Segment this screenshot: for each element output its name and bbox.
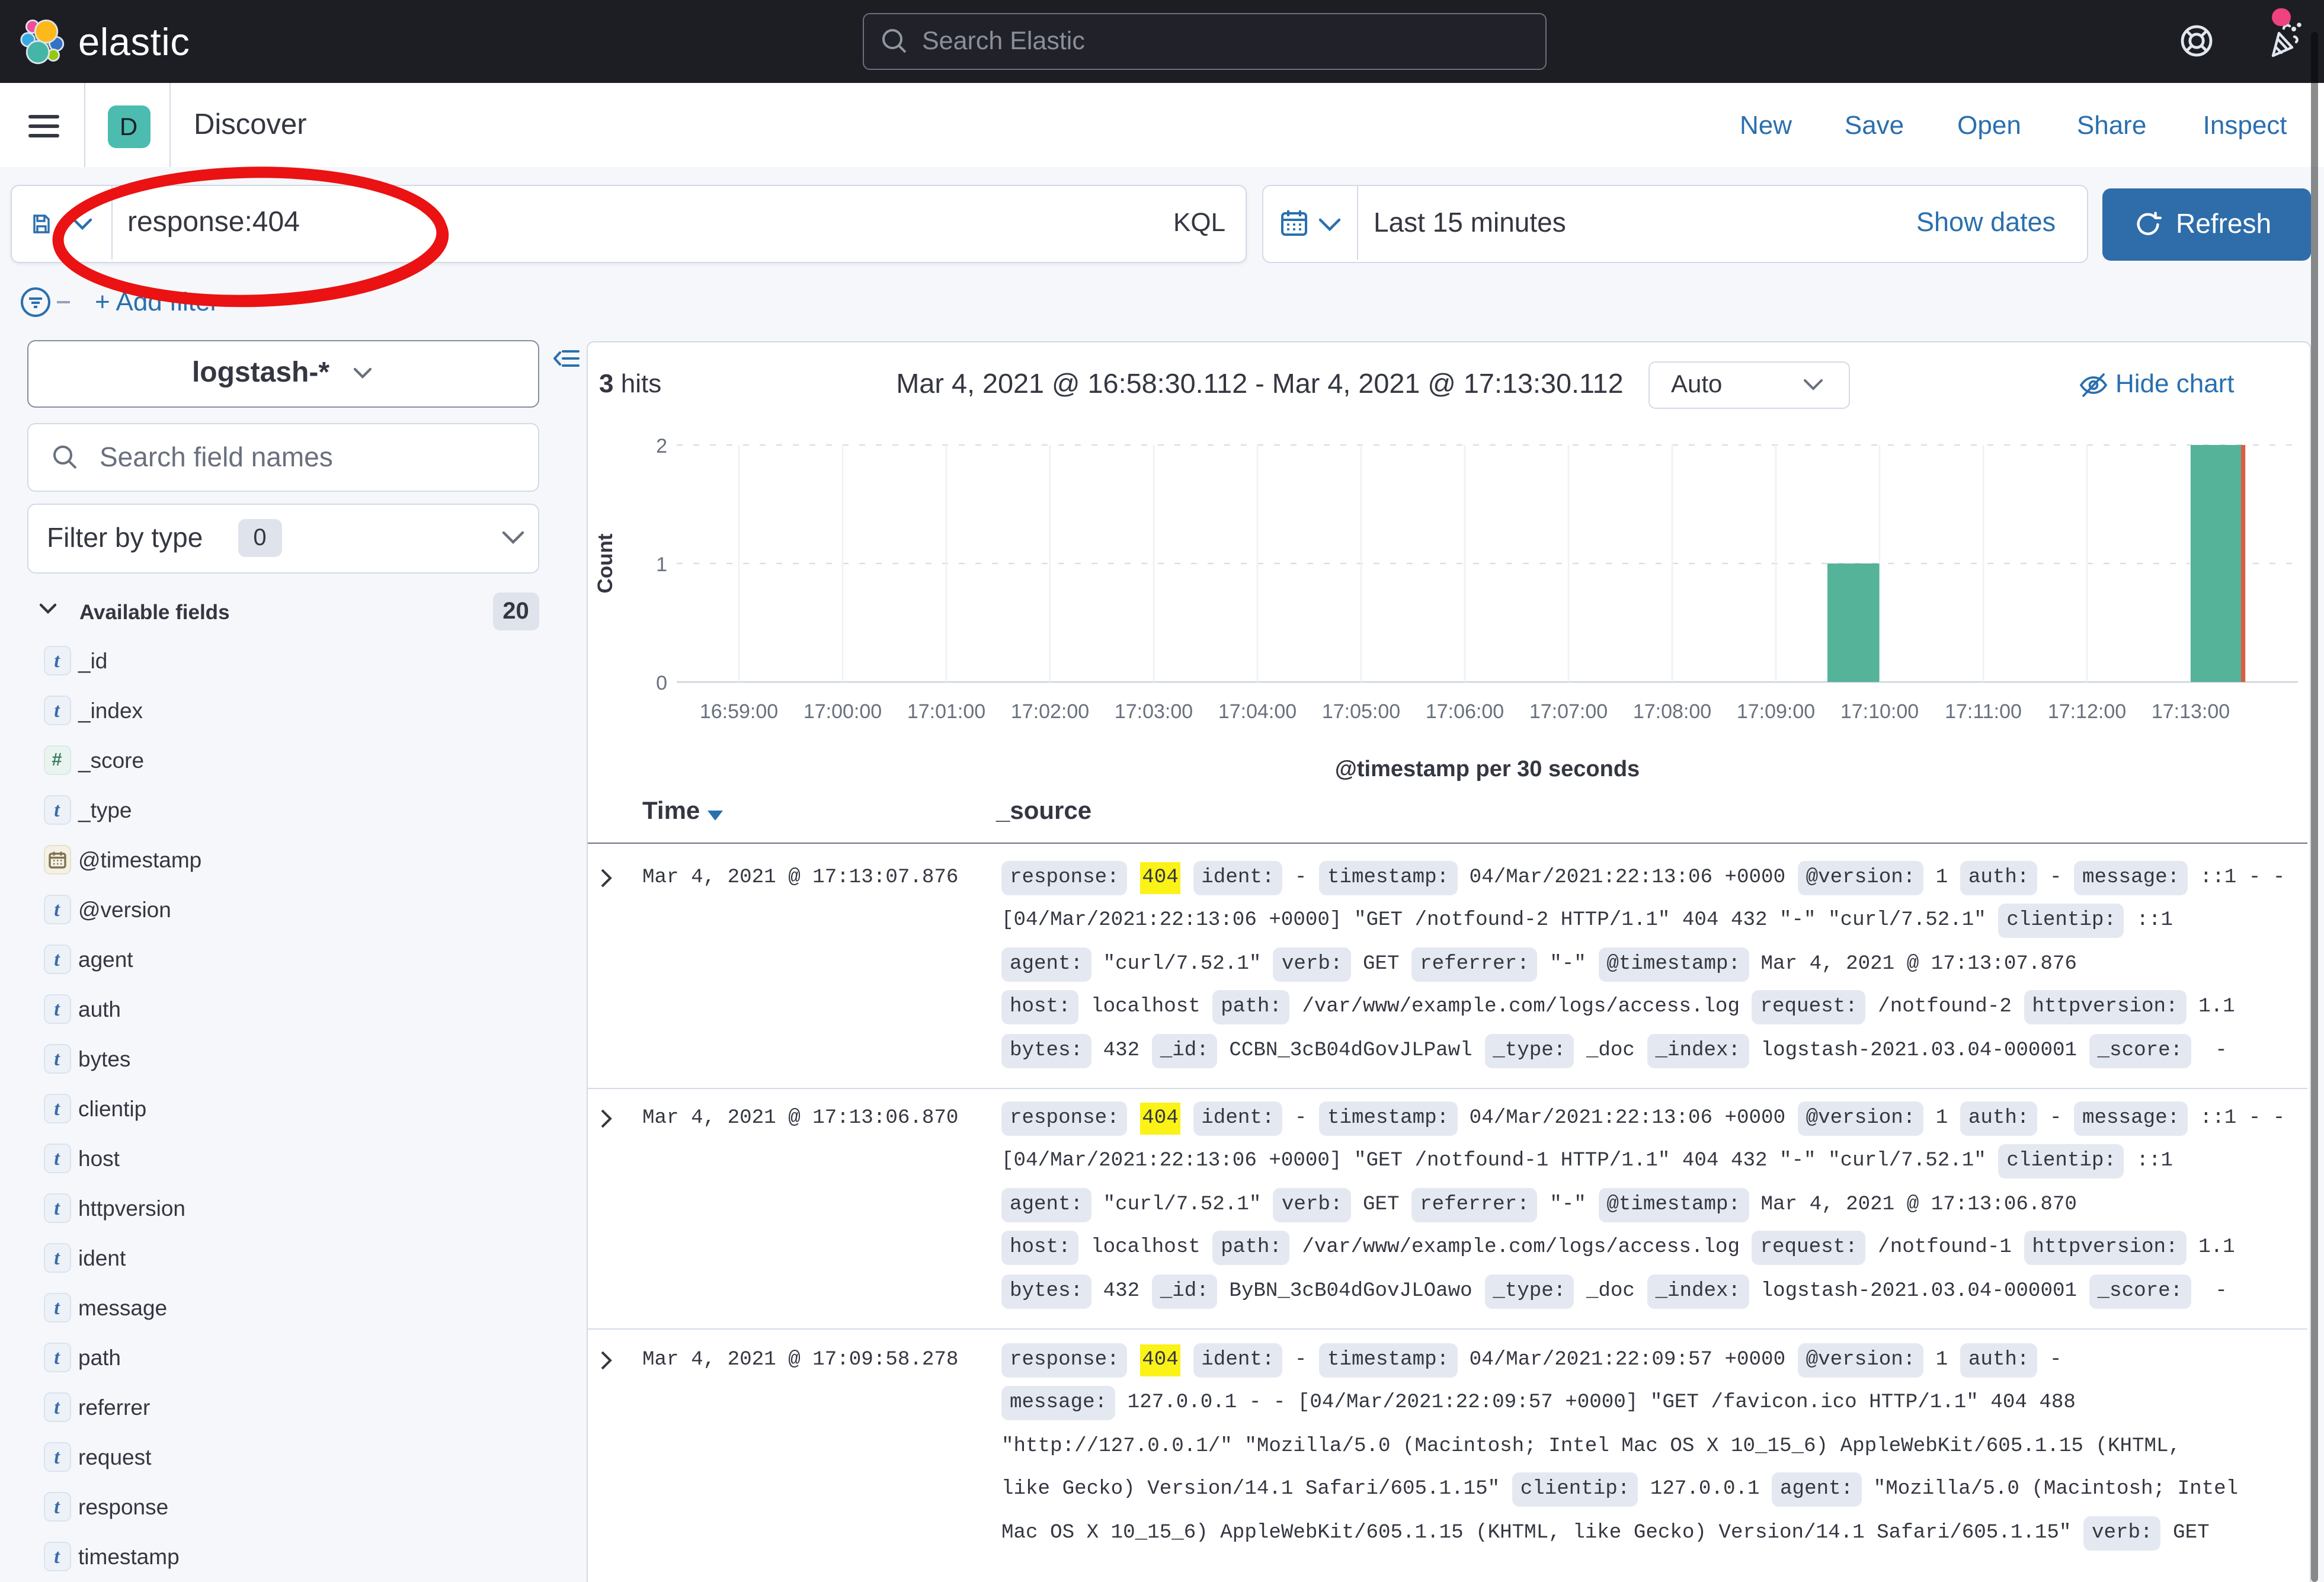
svg-text:17:03:00: 17:03:00: [1115, 700, 1193, 723]
svg-text:17:04:00: 17:04:00: [1218, 700, 1297, 723]
svg-text:17:13:00: 17:13:00: [2152, 700, 2230, 723]
svg-text:17:09:00: 17:09:00: [1737, 700, 1815, 723]
svg-text:17:12:00: 17:12:00: [2048, 700, 2126, 723]
svg-text:16:59:00: 16:59:00: [700, 700, 778, 723]
svg-text:17:02:00: 17:02:00: [1011, 700, 1089, 723]
svg-text:17:06:00: 17:06:00: [1426, 700, 1504, 723]
svg-text:@timestamp per 30 seconds: @timestamp per 30 seconds: [1335, 757, 1640, 782]
svg-text:17:00:00: 17:00:00: [804, 700, 882, 723]
svg-text:1: 1: [656, 553, 667, 576]
svg-text:17:05:00: 17:05:00: [1322, 700, 1400, 723]
svg-text:2: 2: [656, 435, 667, 457]
svg-text:Count: Count: [594, 533, 617, 593]
svg-text:17:08:00: 17:08:00: [1633, 700, 1711, 723]
svg-text:0: 0: [656, 672, 667, 694]
svg-text:17:07:00: 17:07:00: [1529, 700, 1608, 723]
svg-text:17:01:00: 17:01:00: [907, 700, 985, 723]
svg-text:17:10:00: 17:10:00: [1840, 700, 1919, 723]
svg-text:17:11:00: 17:11:00: [1945, 700, 2022, 723]
